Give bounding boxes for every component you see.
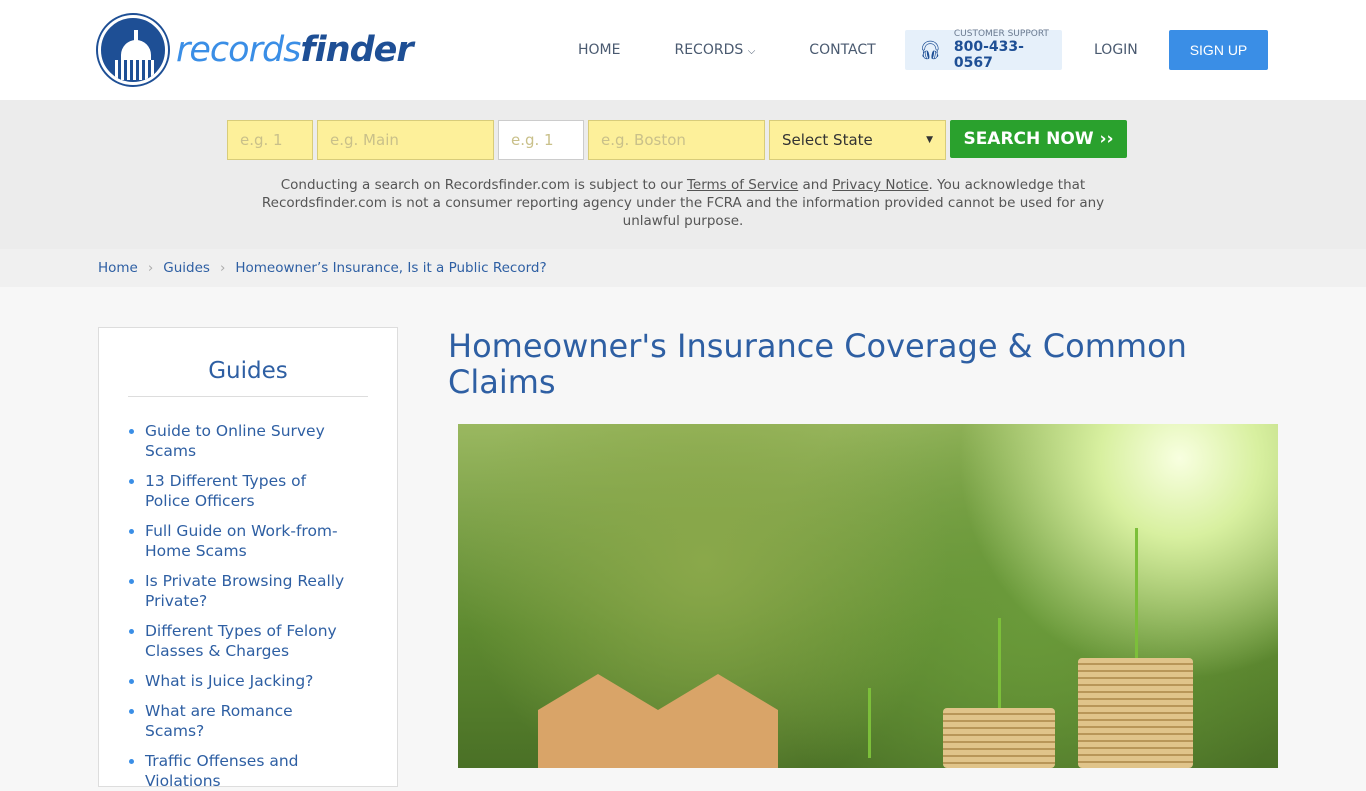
hero-image bbox=[458, 424, 1278, 768]
guide-link[interactable]: Different Types of Felony Classes & Char… bbox=[129, 621, 349, 661]
capitol-seal-icon bbox=[98, 15, 168, 85]
coin-stack bbox=[1078, 658, 1193, 768]
street-input[interactable] bbox=[317, 120, 494, 160]
nav-home[interactable]: HOME bbox=[578, 42, 620, 58]
article-title: Homeowner's Insurance Coverage & Common … bbox=[448, 327, 1187, 401]
main-nav: HOME RECORDS ⌵ CONTACT bbox=[560, 30, 894, 70]
search-disclaimer: Conducting a search on Recordsfinder.com… bbox=[260, 176, 1106, 230]
terms-link[interactable]: Terms of Service bbox=[687, 177, 798, 193]
nav-records[interactable]: RECORDS ⌵ bbox=[674, 42, 755, 58]
nav-records-label: RECORDS bbox=[674, 42, 744, 58]
guide-link[interactable]: Full Guide on Work-from-Home Scams bbox=[129, 521, 349, 561]
disclaimer-text: and bbox=[798, 177, 833, 193]
guide-link[interactable]: What is Juice Jacking? bbox=[129, 671, 349, 691]
login-link[interactable]: LOGIN bbox=[1094, 42, 1138, 58]
signup-button[interactable]: SIGN UP bbox=[1169, 30, 1268, 70]
guide-link[interactable]: Is Private Browsing Really Private? bbox=[129, 571, 349, 611]
breadcrumb-current[interactable]: Homeowner’s Insurance, Is it a Public Re… bbox=[235, 260, 546, 276]
chevron-right-icon: › bbox=[219, 260, 226, 276]
search-bar: Select State ▼ SEARCH NOW ›› Conducting a… bbox=[0, 100, 1366, 249]
logo[interactable]: recordsfinder bbox=[98, 15, 414, 85]
disclaimer-text: Conducting a search on Recordsfinder.com… bbox=[280, 177, 687, 193]
guide-link[interactable]: 13 Different Types of Police Officers bbox=[129, 471, 349, 511]
guides-sidebar: Guides Guide to Online Survey Scams 13 D… bbox=[98, 327, 398, 790]
city-input[interactable] bbox=[588, 120, 765, 160]
header: recordsfinder HOME RECORDS ⌵ CONTACT 🎧︎ … bbox=[0, 0, 1366, 100]
coin-stack bbox=[943, 708, 1055, 768]
unit-input[interactable] bbox=[498, 120, 584, 160]
guide-link[interactable]: Traffic Offenses and Violations bbox=[129, 751, 349, 791]
wooden-house bbox=[538, 674, 778, 768]
customer-support[interactable]: 🎧︎ CUSTOMER SUPPORT 800-433-0567 bbox=[905, 29, 1062, 71]
guide-link[interactable]: What are Romance Scams? bbox=[129, 701, 349, 741]
nav-contact[interactable]: CONTACT bbox=[809, 42, 875, 58]
sprout bbox=[998, 618, 1001, 708]
sidebar-title: Guides bbox=[128, 358, 368, 397]
support-phone: 800-433-0567 bbox=[953, 39, 1024, 71]
breadcrumb-home[interactable]: Home bbox=[98, 260, 138, 276]
chevron-down-icon: ⌵ bbox=[747, 46, 756, 57]
logo-text: records bbox=[176, 30, 301, 70]
support-label: CUSTOMER SUPPORT bbox=[953, 29, 1049, 39]
sprout bbox=[868, 688, 871, 758]
state-select-value: Select State bbox=[782, 131, 873, 149]
state-select[interactable]: Select State ▼ bbox=[769, 120, 946, 160]
search-now-button[interactable]: SEARCH NOW ›› bbox=[950, 120, 1127, 158]
headset-icon: 🎧︎ bbox=[919, 39, 942, 61]
breadcrumb-guides[interactable]: Guides bbox=[163, 260, 210, 276]
logo-text-bold: finder bbox=[300, 30, 413, 70]
guide-link[interactable]: Guide to Online Survey Scams bbox=[129, 421, 349, 461]
privacy-link[interactable]: Privacy Notice bbox=[832, 177, 928, 193]
caret-down-icon: ▼ bbox=[926, 135, 933, 145]
sprout bbox=[1135, 528, 1138, 658]
breadcrumb: Home › Guides › Homeowner’s Insurance, Is … bbox=[0, 249, 1366, 287]
chevron-right-icon: › bbox=[147, 260, 154, 276]
house-number-input[interactable] bbox=[227, 120, 313, 160]
